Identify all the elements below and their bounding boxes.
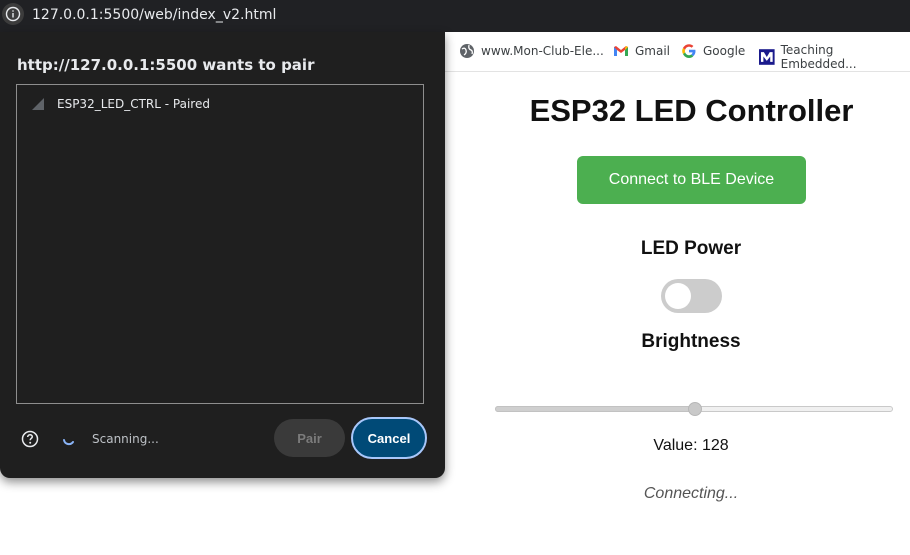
brightness-label: Brightness — [641, 331, 741, 352]
device-list: ESP32_LED_CTRL - Paired — [16, 84, 424, 404]
gmail-icon — [614, 46, 628, 56]
dialog-title: http://127.0.0.1:5500 wants to pair — [17, 56, 315, 74]
toggle-knob — [665, 283, 691, 309]
bookmark-teaching-embedded[interactable]: Teaching Embedded... — [759, 43, 910, 71]
scanning-text: Scanning... — [92, 432, 159, 446]
page-content: ESP32 LED Controller Connect to BLE Devi… — [445, 73, 910, 555]
google-icon — [682, 44, 696, 58]
help-icon[interactable] — [21, 430, 39, 448]
slider-fill — [495, 406, 695, 412]
site-info-icon[interactable] — [2, 3, 24, 25]
led-power-label: LED Power — [640, 238, 742, 259]
url-text[interactable]: 127.0.0.1:5500/web/index_v2.html — [32, 7, 276, 23]
connect-ble-button[interactable]: Connect to BLE Device — [577, 156, 806, 204]
slider-thumb[interactable] — [688, 402, 702, 416]
bookmark-label: Teaching Embedded... — [780, 43, 857, 71]
signal-icon — [32, 98, 44, 110]
cancel-button[interactable]: Cancel — [351, 417, 427, 459]
device-item[interactable]: ESP32_LED_CTRL - Paired — [31, 97, 210, 111]
device-name: ESP32_LED_CTRL - Paired — [57, 97, 210, 111]
brightness-value: Value: 128 — [653, 437, 729, 454]
bookmark-google[interactable]: Google — [681, 43, 745, 59]
status-text: Connecting... — [643, 485, 739, 502]
bookmark-gmail[interactable]: Gmail — [613, 43, 670, 59]
page-title: ESP32 LED Controller — [529, 93, 854, 128]
spinner-icon — [63, 439, 74, 446]
pair-button[interactable]: Pair — [274, 419, 345, 457]
bluetooth-pair-dialog: http://127.0.0.1:5500 wants to pair ESP3… — [0, 32, 445, 478]
bookmark-label: Google — [703, 44, 746, 58]
led-power-toggle[interactable] — [661, 279, 722, 313]
bookmark-label: www.Mon-Club-Ele... — [481, 44, 604, 58]
bookmark-label: Gmail — [635, 44, 671, 58]
bookmark-mon-club[interactable]: www.Mon-Club-Ele... — [459, 43, 604, 59]
brightness-slider[interactable] — [495, 402, 893, 416]
m-logo-icon — [759, 49, 775, 65]
globe-icon — [460, 44, 474, 58]
address-bar: 127.0.0.1:5500/web/index_v2.html — [0, 0, 910, 32]
